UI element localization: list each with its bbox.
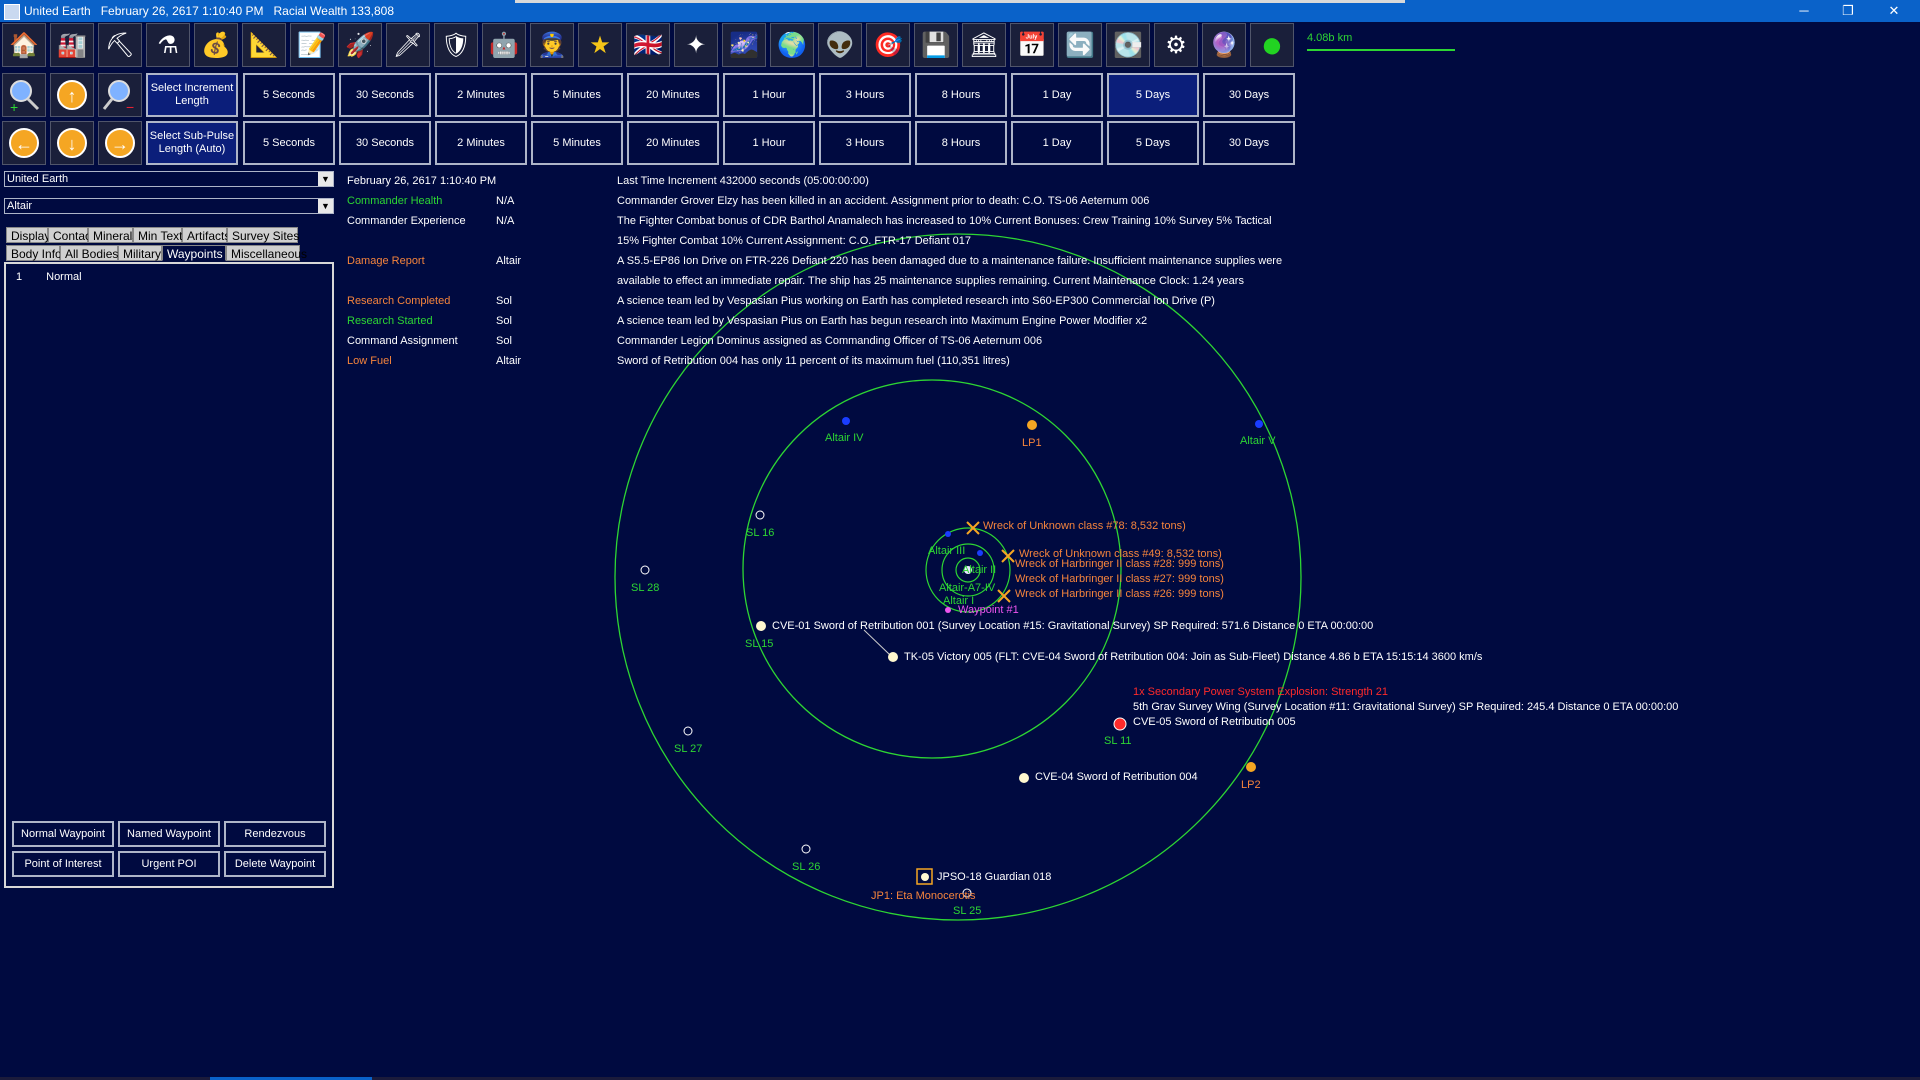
fleet-move-line	[863, 629, 891, 656]
log-event-type: Commander Health	[347, 195, 443, 207]
label-tk05: TK-05 Victory 005 (FLT: CVE-04 Sword of …	[904, 651, 1483, 663]
log-event-location: N/A	[496, 195, 515, 207]
explosion-icon	[1113, 717, 1127, 731]
planet-altair-iii[interactable]	[945, 531, 951, 537]
waypoint-marker[interactable]	[945, 607, 951, 613]
label-sl11: SL 11	[1104, 735, 1132, 747]
label-cve01: CVE-01 Sword of Retribution 001 (Survey …	[772, 620, 1374, 632]
label-sl28: SL 28	[631, 582, 660, 594]
label-altair-a7-iv: Altair-A7-IV	[939, 582, 996, 594]
log-event-location: Sol	[496, 295, 512, 307]
label-jp1: JP1: Eta Monocerotis	[871, 890, 976, 902]
label-lp2: LP2	[1241, 779, 1261, 791]
label-wreck-78: Wreck of Unknown class #78: 8,532 tons)	[983, 520, 1186, 532]
label-sl15: SL 15	[745, 638, 774, 650]
log-event-text: Commander Grover Elzy has been killed in…	[617, 195, 1150, 207]
label-altair-ii: Altair II	[962, 564, 997, 576]
system-map[interactable]	[0, 0, 1920, 1080]
label-wreck-28: Wreck of Harbringer II class #28: 999 to…	[1015, 558, 1224, 570]
label-lp1: LP1	[1022, 437, 1042, 449]
survey-site-sl26[interactable]	[801, 844, 811, 854]
label-sl26: SL 26	[792, 861, 821, 873]
label-explosion: 1x Secondary Power System Explosion: Str…	[1133, 686, 1388, 698]
log-event-text: Commander Legion Dominus assigned as Com…	[617, 335, 1043, 347]
log-event-type: Command Assignment	[347, 335, 458, 347]
log-event-type: Commander Experience	[347, 215, 466, 227]
label-altair-iv: Altair IV	[825, 432, 864, 444]
label-sl27: SL 27	[674, 743, 703, 755]
log-date: February 26, 2617 1:10:40 PM	[347, 175, 497, 187]
fleet-cve04[interactable]	[1019, 773, 1029, 783]
log-event-type: Damage Report	[347, 255, 425, 267]
log-event-type: Research Started	[347, 315, 433, 327]
log-event-location: N/A	[496, 215, 515, 227]
label-sl16: SL 16	[746, 527, 775, 539]
log-increment: Last Time Increment 432000 seconds (05:0…	[617, 175, 869, 187]
log-event-type: Research Completed	[347, 295, 451, 307]
fleet-jpso18[interactable]	[921, 873, 929, 881]
label-wreck-26: Wreck of Harbringer II class #26: 999 to…	[1015, 588, 1224, 600]
label-jpso18: JPSO-18 Guardian 018	[937, 871, 1052, 883]
log-event-text: Sword of Retribution 004 has only 11 per…	[617, 355, 1010, 367]
label-cve04: CVE-04 Sword of Retribution 004	[1035, 771, 1198, 783]
fleet-tk05[interactable]	[888, 652, 898, 662]
planet-altair-iv[interactable]	[842, 417, 850, 425]
label-wreck-27: Wreck of Harbringer II class #27: 999 to…	[1015, 573, 1224, 585]
log-event-text: A S5.5-EP86 Ion Drive on FTR-226 Defiant…	[617, 255, 1283, 267]
log-event-type: Low Fuel	[347, 355, 392, 367]
lagrange-lp1[interactable]	[1027, 420, 1037, 430]
lagrange-lp2[interactable]	[1246, 762, 1256, 772]
log-event-location: Sol	[496, 335, 512, 347]
log-event-location: Sol	[496, 315, 512, 327]
log-event-location: Altair	[496, 255, 522, 267]
survey-site-sl28[interactable]	[640, 565, 650, 575]
log-event-text-cont: available to effect an immediate repair.…	[617, 275, 1244, 287]
planet-altair-v[interactable]	[1255, 420, 1263, 428]
log-event-text: The Fighter Combat bonus of CDR Barthol …	[617, 215, 1272, 227]
label-cve05: CVE-05 Sword of Retribution 005	[1133, 716, 1296, 728]
label-waypoint: Waypoint #1	[958, 604, 1019, 616]
log-event-text: A science team led by Vespasian Pius wor…	[617, 295, 1215, 307]
log-event-text: A science team led by Vespasian Pius on …	[617, 315, 1148, 327]
label-grav-wing: 5th Grav Survey Wing (Survey Location #1…	[1133, 701, 1679, 713]
survey-site-sl16[interactable]	[755, 510, 765, 520]
label-altair-v: Altair V	[1240, 435, 1276, 447]
log-event-location: Altair	[496, 355, 522, 367]
label-altair-iii: Altair III	[928, 545, 966, 557]
planet-altair-ii[interactable]	[977, 550, 983, 556]
label-sl25: SL 25	[953, 905, 982, 917]
fleet-cve01[interactable]	[756, 621, 766, 631]
survey-site-sl27[interactable]	[683, 726, 693, 736]
log-event-text-cont: 15% Fighter Combat 10% Current Assignmen…	[617, 235, 971, 247]
